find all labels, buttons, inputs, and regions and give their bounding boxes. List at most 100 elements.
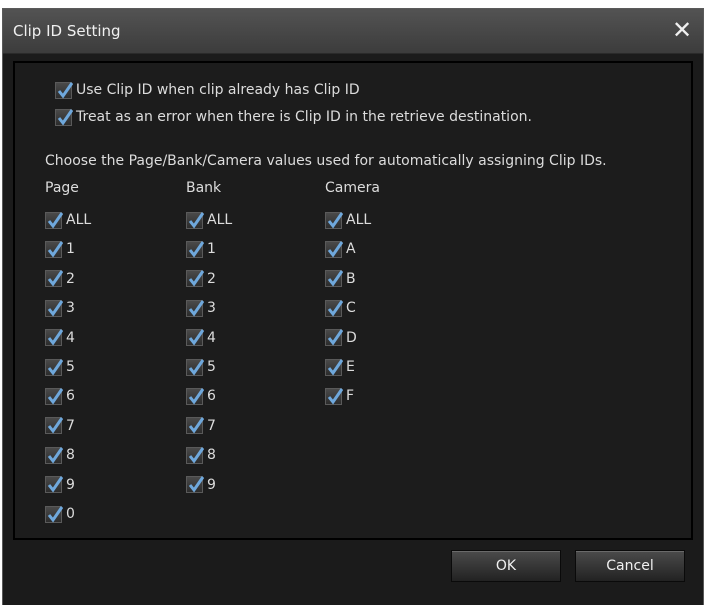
page-option-row[interactable]: 5	[45, 356, 75, 378]
page-column-header: Page	[45, 180, 79, 196]
check-icon[interactable]	[45, 387, 63, 405]
page-option-label: 2	[66, 270, 75, 287]
camera-option-row[interactable]: ALL	[325, 209, 371, 231]
page-option-label: 9	[66, 476, 75, 493]
bank-option-row[interactable]: 9	[186, 474, 216, 496]
check-icon[interactable]	[186, 270, 204, 288]
page-option-row[interactable]: 4	[45, 327, 75, 349]
check-icon[interactable]	[45, 417, 63, 435]
treat-as-error-checkbox-row[interactable]: Treat as an error when there is Clip ID …	[55, 106, 532, 128]
check-icon[interactable]	[186, 358, 204, 376]
page-option-row[interactable]: 2	[45, 268, 75, 290]
check-icon[interactable]	[45, 211, 63, 229]
page-option-row[interactable]: 9	[45, 474, 75, 496]
use-clip-id-checkbox[interactable]	[55, 81, 73, 99]
page-option-label: 3	[66, 300, 75, 317]
camera-option-row[interactable]: B	[325, 268, 356, 290]
bank-option-label: 2	[207, 270, 216, 287]
ok-button[interactable]: OK	[451, 550, 561, 582]
page-option-label: 0	[66, 506, 75, 522]
page-option-label: 8	[66, 447, 75, 464]
check-icon[interactable]	[186, 299, 204, 317]
bank-option-row[interactable]: 3	[186, 297, 216, 319]
check-icon[interactable]	[325, 240, 343, 258]
camera-column-header: Camera	[325, 180, 380, 196]
bank-option-label: 9	[207, 476, 216, 493]
check-icon[interactable]	[45, 329, 63, 347]
check-icon[interactable]	[45, 505, 63, 523]
dialog-title: Clip ID Setting	[13, 22, 121, 40]
camera-option-label: F	[346, 388, 355, 405]
check-icon[interactable]	[325, 358, 343, 376]
page-option-label: 5	[66, 359, 75, 375]
use-clip-id-label: Use Clip ID when clip already has Clip I…	[76, 82, 360, 98]
bank-option-row[interactable]: 4	[186, 327, 216, 349]
camera-option-label: D	[346, 329, 357, 346]
check-icon[interactable]	[186, 211, 204, 229]
check-icon[interactable]	[45, 270, 63, 288]
page-option-label: 6	[66, 388, 75, 405]
treat-as-error-label: Treat as an error when there is Clip ID …	[76, 109, 532, 125]
camera-option-row[interactable]: E	[325, 356, 355, 378]
bank-option-row[interactable]: 8	[186, 444, 216, 466]
instruction-text: Choose the Page/Bank/Camera values used …	[45, 153, 607, 169]
page-option-row[interactable]: ALL	[45, 209, 91, 231]
bank-option-label: 5	[207, 359, 216, 375]
check-icon[interactable]	[45, 299, 63, 317]
camera-option-label: B	[346, 270, 356, 287]
check-icon[interactable]	[325, 211, 343, 229]
title-bar: Clip ID Setting ✕	[3, 9, 703, 54]
treat-as-error-checkbox[interactable]	[55, 108, 73, 126]
bank-column-header: Bank	[186, 180, 222, 196]
camera-option-row[interactable]: D	[325, 327, 357, 349]
check-icon[interactable]	[325, 299, 343, 317]
bank-option-row[interactable]: 6	[186, 385, 216, 407]
page-option-label: 7	[66, 417, 75, 434]
bank-option-row[interactable]: 7	[186, 415, 216, 437]
check-icon[interactable]	[45, 240, 63, 258]
camera-option-row[interactable]: C	[325, 297, 356, 319]
cancel-button[interactable]: Cancel	[575, 550, 685, 582]
page-option-label: ALL	[66, 212, 92, 228]
check-icon[interactable]	[45, 476, 63, 494]
bank-option-label: 6	[207, 388, 216, 405]
use-clip-id-checkbox-row[interactable]: Use Clip ID when clip already has Clip I…	[55, 79, 360, 101]
check-icon[interactable]	[325, 387, 343, 405]
check-icon[interactable]	[186, 476, 204, 494]
camera-option-row[interactable]: F	[325, 385, 354, 407]
check-icon[interactable]	[186, 329, 204, 347]
bank-option-row[interactable]: 2	[186, 268, 216, 290]
check-icon[interactable]	[186, 446, 204, 464]
page-option-row[interactable]: 7	[45, 415, 75, 437]
check-icon[interactable]	[325, 270, 343, 288]
bank-option-label: ALL	[207, 212, 233, 228]
bank-option-label: 8	[207, 447, 216, 464]
camera-option-label: E	[346, 359, 355, 375]
page-option-row[interactable]: 1	[45, 238, 75, 260]
bank-option-label: 4	[207, 329, 216, 346]
bank-option-row[interactable]: 1	[186, 238, 216, 260]
check-icon[interactable]	[186, 417, 204, 435]
page-option-row[interactable]: 8	[45, 444, 75, 466]
check-icon[interactable]	[325, 329, 343, 347]
page-option-row[interactable]: 0	[45, 503, 75, 525]
bank-option-row[interactable]: ALL	[186, 209, 232, 231]
page-option-row[interactable]: 6	[45, 385, 75, 407]
camera-option-label: A	[346, 241, 356, 258]
page-option-label: 4	[66, 329, 75, 346]
bank-option-row[interactable]: 5	[186, 356, 216, 378]
check-icon[interactable]	[45, 358, 63, 376]
bank-option-label: 3	[207, 300, 216, 317]
bank-option-label: 7	[207, 417, 216, 434]
check-icon[interactable]	[186, 240, 204, 258]
page-option-row[interactable]: 3	[45, 297, 75, 319]
camera-option-row[interactable]: A	[325, 238, 356, 260]
bank-option-label: 1	[207, 241, 216, 258]
clip-id-setting-dialog: Clip ID Setting ✕ Use Clip ID when clip …	[2, 8, 704, 605]
camera-option-label: ALL	[346, 212, 372, 228]
camera-option-label: C	[346, 300, 356, 317]
check-icon[interactable]	[186, 387, 204, 405]
close-icon[interactable]: ✕	[671, 18, 693, 42]
page-option-label: 1	[66, 241, 75, 258]
check-icon[interactable]	[45, 446, 63, 464]
